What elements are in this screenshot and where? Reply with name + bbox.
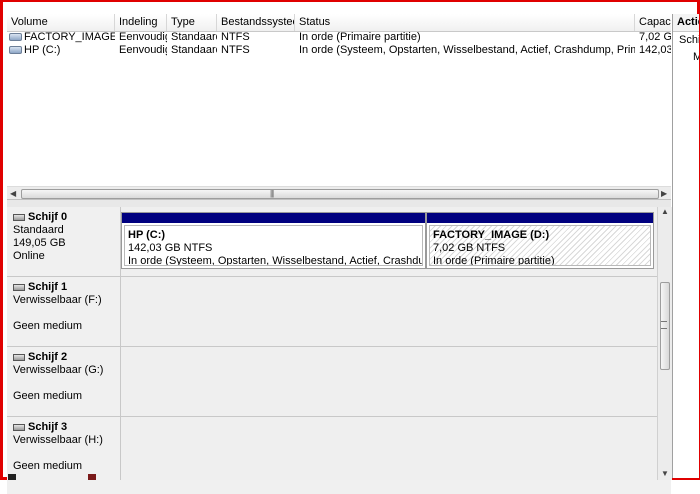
cell-volume: HP (C:) xyxy=(7,44,115,57)
scroll-right-icon[interactable]: ▶ xyxy=(661,189,667,198)
removable-disk-icon xyxy=(13,353,25,361)
legend-primary-swatch xyxy=(88,474,96,480)
disk-graphical-view: Schijf 0 Standaard 149,05 GB Online HP (… xyxy=(7,207,657,480)
disk-row-1[interactable]: Schijf 1 Verwisselbaar (F:) Geen medium xyxy=(7,277,657,347)
grip-icon xyxy=(661,321,667,329)
partition-size: 142,03 GB NTFS xyxy=(128,242,213,254)
partition-d[interactable]: FACTORY_IMAGE (D:) 7,02 GB NTFS In orde … xyxy=(426,212,654,269)
cell-type: Standaard xyxy=(171,31,217,43)
horizontal-scrollbar[interactable]: ◀ ||| ▶ xyxy=(7,186,671,199)
table-row[interactable]: HP (C:) Eenvoudig Standaard NTFS In orde… xyxy=(7,44,671,57)
volume-list: Volume Indeling Type Bestandssysteem Sta… xyxy=(7,14,671,199)
disk-kind: Verwisselbaar (G:) xyxy=(13,364,104,376)
disk-name: Schijf 3 xyxy=(28,421,68,433)
table-row[interactable]: FACTORY_IMAGE (D:) Eenvoudig Standaard N… xyxy=(7,31,671,44)
disk-state: Geen medium xyxy=(13,320,83,332)
partition-c[interactable]: HP (C:) 142,03 GB NTFS In orde (Systeem,… xyxy=(121,212,426,269)
column-header-bestandssysteem[interactable]: Bestandssysteem xyxy=(217,14,295,31)
cell-status: In orde (Primaire partitie) xyxy=(299,31,421,43)
partition-label: HP (C:) xyxy=(128,229,166,241)
cell-volume: FACTORY_IMAGE (D:) xyxy=(7,31,115,44)
disk-name: Schijf 0 xyxy=(28,211,68,223)
disk-info-3[interactable]: Schijf 3 Verwisselbaar (H:) Geen medium xyxy=(7,417,121,480)
removable-disk-icon xyxy=(13,423,25,431)
column-header-status[interactable]: Status xyxy=(295,14,635,31)
grip-icon: ||| xyxy=(270,189,274,198)
disk-state: Online xyxy=(13,250,45,262)
removable-disk-icon xyxy=(13,283,25,291)
partition-label: FACTORY_IMAGE (D:) xyxy=(433,229,550,241)
cell-capacity: 7,02 GB xyxy=(639,31,671,43)
disk-info-1[interactable]: Schijf 1 Verwisselbaar (F:) Geen medium xyxy=(7,277,121,346)
cell-indeling: Eenvoudig xyxy=(119,31,167,43)
volume-drive-icon xyxy=(9,33,22,42)
horizontal-scroll-thumb[interactable]: ||| xyxy=(21,189,659,199)
disk-size: 149,05 GB xyxy=(13,237,66,249)
partition-size: 7,02 GB NTFS xyxy=(433,242,506,254)
hard-disk-icon xyxy=(13,213,25,221)
partition-bar xyxy=(122,213,425,223)
cell-capacity: 142,03 G xyxy=(639,44,671,56)
disk-state: Geen medium xyxy=(13,390,83,402)
cell-status: In orde (Systeem, Opstarten, Wisselbesta… xyxy=(299,44,635,56)
disk-management-pane: Volume Indeling Type Bestandssysteem Sta… xyxy=(7,14,672,494)
cell-indeling: Eenvoudig xyxy=(119,44,167,56)
partition-status: In orde (Systeem, Opstarten, Wisselbesta… xyxy=(128,255,422,266)
disk-row-3[interactable]: Schijf 3 Verwisselbaar (H:) Geen medium xyxy=(7,417,657,480)
disk-row-2[interactable]: Schijf 2 Verwisselbaar (G:) Geen medium xyxy=(7,347,657,417)
disk-info-2[interactable]: Schijf 2 Verwisselbaar (G:) Geen medium xyxy=(7,347,121,416)
disk-name: Schijf 1 xyxy=(28,281,68,293)
scroll-down-icon[interactable]: ▼ xyxy=(661,469,669,478)
disk-kind: Verwisselbaar (F:) xyxy=(13,294,102,306)
column-header-volume[interactable]: Volume xyxy=(7,14,115,31)
legend-unallocated-swatch xyxy=(8,474,16,480)
actions-item-schijf[interactable]: Schijf xyxy=(673,32,699,49)
scroll-left-icon[interactable]: ◀ xyxy=(10,189,16,198)
actions-title: Actie xyxy=(673,14,699,32)
actions-pane: Actie Schijf M xyxy=(672,14,699,478)
column-header-capacity[interactable]: Capacit xyxy=(635,14,671,31)
disk-name: Schijf 2 xyxy=(28,351,68,363)
disk-row-0[interactable]: Schijf 0 Standaard 149,05 GB Online HP (… xyxy=(7,207,657,277)
cell-filesystem: NTFS xyxy=(221,31,250,43)
legend-bar xyxy=(7,480,671,494)
disk-state: Geen medium xyxy=(13,460,83,472)
vertical-scrollbar[interactable]: ▲ ▼ xyxy=(657,207,672,480)
disk-kind: Verwisselbaar (H:) xyxy=(13,434,103,446)
disk-info-0[interactable]: Schijf 0 Standaard 149,05 GB Online xyxy=(7,207,121,276)
cell-type: Standaard xyxy=(171,44,217,56)
cell-filesystem: NTFS xyxy=(221,44,250,56)
actions-subitem[interactable]: M xyxy=(673,49,699,66)
partition-bar xyxy=(427,213,653,223)
volume-drive-icon xyxy=(9,46,22,55)
partition-status: In orde (Primaire partitie) xyxy=(433,255,555,266)
column-header-indeling[interactable]: Indeling xyxy=(115,14,167,31)
volume-list-header: Volume Indeling Type Bestandssysteem Sta… xyxy=(7,14,671,32)
scroll-up-icon[interactable]: ▲ xyxy=(661,207,669,216)
column-header-type[interactable]: Type xyxy=(167,14,217,31)
disk-kind: Standaard xyxy=(13,224,64,236)
